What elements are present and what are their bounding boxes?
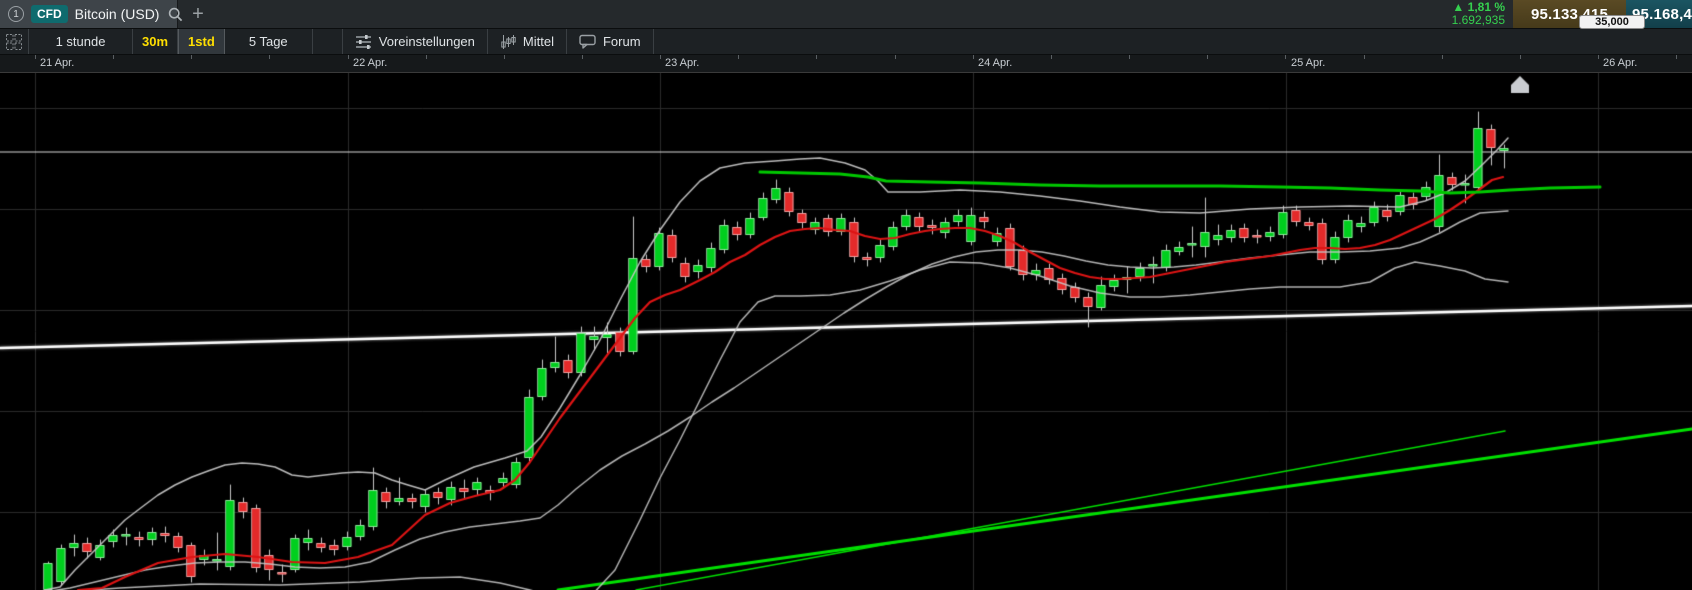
toolbar: 1 stunde 30m 1std 5 Tage Voreinstellunge… — [0, 28, 1692, 55]
presets-button[interactable]: Voreinstellungen — [343, 29, 488, 54]
axis-tick — [1520, 55, 1521, 59]
axis-tick — [1285, 55, 1286, 59]
axis-tick — [816, 55, 817, 59]
timeframe-dropdown[interactable]: 1 stunde — [29, 29, 133, 54]
axis-tick — [1364, 55, 1365, 59]
layout-grid-button[interactable] — [0, 29, 29, 54]
indicators-label: Mittel — [522, 34, 554, 49]
axis-tick — [660, 55, 661, 59]
date-label: 21 Apr. — [40, 57, 75, 69]
axis-tick — [1676, 55, 1677, 59]
forum-button[interactable]: Forum — [567, 29, 654, 54]
up-arrow-icon: ▲ — [1452, 0, 1465, 14]
axis-tick — [1051, 55, 1052, 59]
indicators-button[interactable]: Mittel — [488, 29, 567, 54]
axis-tick — [1129, 55, 1130, 59]
sliders-icon — [355, 34, 372, 49]
toolbar-empty-area — [654, 29, 1692, 54]
axis-tick — [973, 55, 974, 59]
trading-app-window: 1 CFD Bitcoin (USD) + ▲ 1,81 % 1.692,935… — [0, 0, 1692, 590]
chart-number-badge: 1 — [8, 6, 24, 22]
quick-timeframe-1std[interactable]: 1std — [178, 29, 225, 54]
date-label: 23 Apr. — [665, 57, 700, 69]
instrument-title: Bitcoin (USD) — [74, 6, 160, 22]
axis-tick — [191, 55, 192, 59]
instrument-tab[interactable]: 1 CFD Bitcoin (USD) — [0, 0, 183, 28]
axis-tick — [582, 55, 583, 59]
axis-tick — [1598, 55, 1599, 59]
titlebar-spacer — [218, 0, 1409, 28]
axis-tick — [35, 55, 36, 59]
presets-label: Voreinstellungen — [378, 34, 475, 49]
axis-tick — [504, 55, 505, 59]
axis-tick — [269, 55, 270, 59]
axis-tick — [738, 55, 739, 59]
axis-tick — [1442, 55, 1443, 59]
spread-badge: 35,000 — [1579, 15, 1645, 29]
change-absolute: 1.692,935 — [1451, 13, 1505, 27]
instrument-type-badge: CFD — [31, 5, 68, 23]
axis-tick — [426, 55, 427, 59]
forum-label: Forum — [602, 34, 641, 49]
date-label: 22 Apr. — [353, 57, 388, 69]
change-percent: 1,81 % — [1467, 0, 1505, 14]
toolbar-gap-cell — [313, 29, 343, 54]
add-tab-button[interactable]: + — [178, 0, 218, 28]
candlestick-icon — [500, 34, 516, 50]
range-button[interactable]: 5 Tage — [225, 29, 313, 54]
quick-timeframe-30m[interactable]: 30m — [133, 29, 179, 54]
quote-panel: ▲ 1,81 % 1.692,935 95.133,415 95.168,415… — [1409, 0, 1692, 29]
date-label: 25 Apr. — [1291, 57, 1326, 69]
date-axis[interactable]: 21 Apr. 22 Apr. 23 Apr. 24 Apr. 25 Apr. 26 Ap… — [0, 55, 1692, 73]
date-label: 24 Apr. — [978, 57, 1013, 69]
axis-tick — [1207, 55, 1208, 59]
titlebar: 1 CFD Bitcoin (USD) + ▲ 1,81 % 1.692,935… — [0, 0, 1692, 29]
chart-area — [0, 73, 1692, 590]
date-label: 26 Apr. — [1603, 57, 1638, 69]
price-chart-canvas[interactable] — [0, 73, 1692, 590]
axis-tick — [113, 55, 114, 59]
axis-tick — [895, 55, 896, 59]
axis-tick — [348, 55, 349, 59]
change-block: ▲ 1,81 % 1.692,935 — [1409, 0, 1513, 28]
grid-icon — [5, 33, 23, 51]
speech-bubble-icon — [579, 34, 596, 49]
